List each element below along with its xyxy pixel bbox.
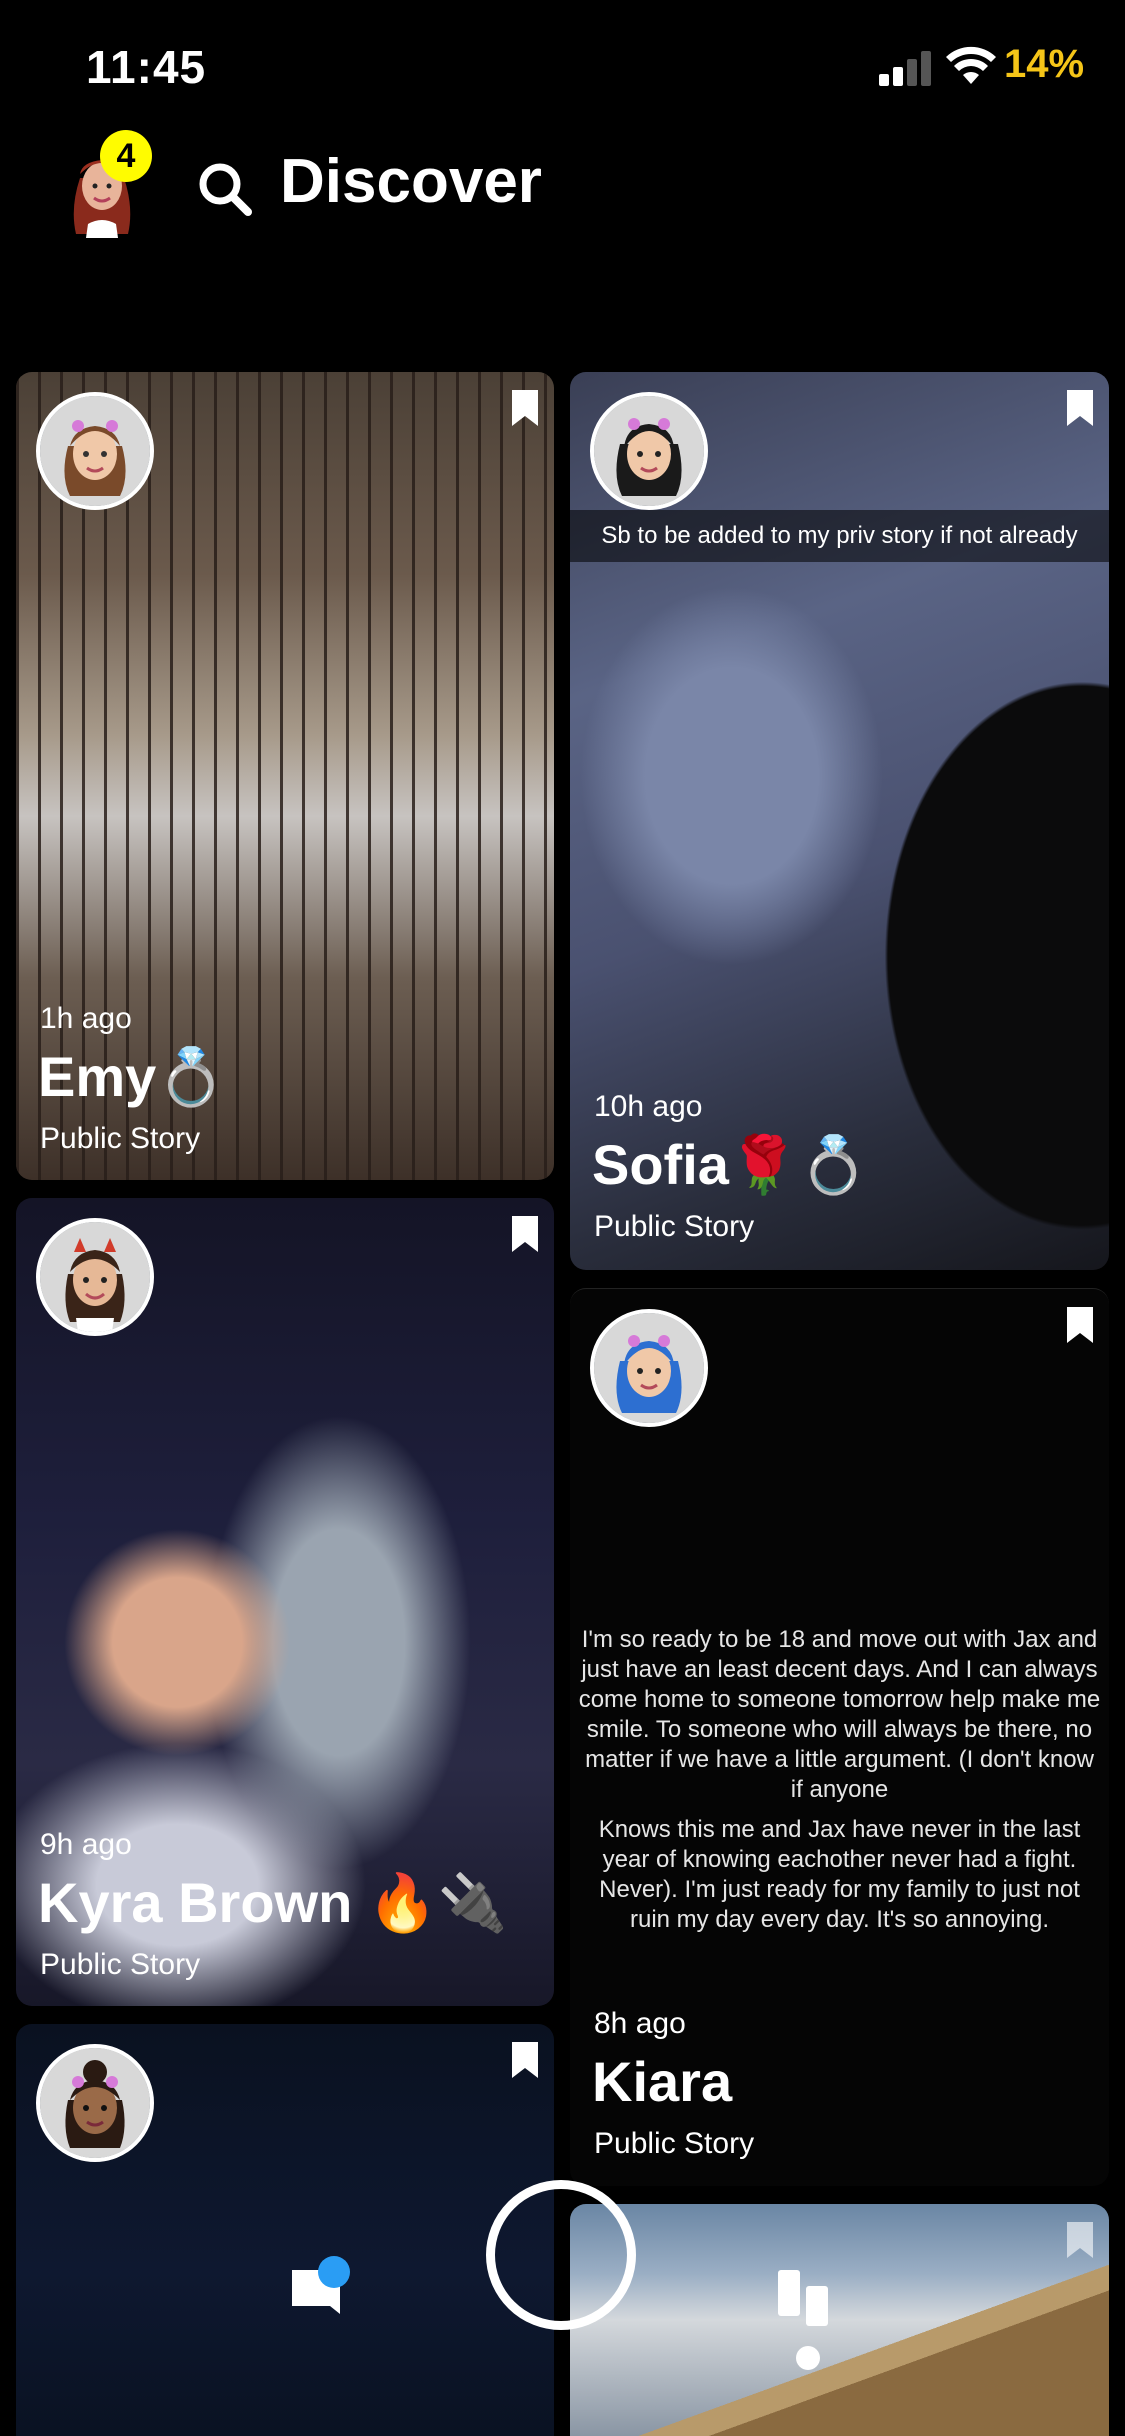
page-title: Discover bbox=[280, 147, 542, 216]
story-card[interactable]: 9h ago Kyra Brown 🔥🔌 Public Story bbox=[16, 1198, 554, 2006]
avatar bbox=[590, 1309, 708, 1427]
battery-percentage: 14% bbox=[1004, 42, 1085, 86]
active-tab-indicator bbox=[796, 2346, 820, 2370]
status-time: 11:45 bbox=[86, 41, 207, 93]
story-card[interactable]: I'm so ready to be 18 and move out with … bbox=[570, 1288, 1109, 2186]
signal-icon bbox=[879, 50, 933, 86]
story-name: Sofia🌹💍 bbox=[592, 1133, 869, 1196]
status-bar: 11:45 14% bbox=[0, 0, 1125, 140]
story-time: 10h ago bbox=[594, 1090, 703, 1123]
bitmoji-icon bbox=[40, 1222, 150, 1332]
story-name: Kiara bbox=[592, 2050, 733, 2113]
avatar bbox=[36, 1218, 154, 1336]
bookmark-icon[interactable] bbox=[512, 2042, 538, 2078]
bookmark-icon[interactable] bbox=[1067, 390, 1093, 426]
story-caption: Sb to be added to my priv story if not a… bbox=[570, 510, 1109, 562]
story-card[interactable]: 1h ago Emy💍 Public Story bbox=[16, 372, 554, 1180]
unread-chat-dot bbox=[318, 2256, 350, 2288]
bitmoji-icon bbox=[40, 396, 150, 506]
bookmark-icon[interactable] bbox=[1067, 1307, 1093, 1343]
search-icon[interactable] bbox=[196, 160, 254, 218]
bitmoji-icon bbox=[594, 1313, 704, 1423]
story-name: Emy💍 bbox=[38, 1045, 227, 1108]
avatar bbox=[590, 392, 708, 510]
bitmoji-icon bbox=[594, 396, 704, 506]
camera-capture-button[interactable] bbox=[486, 2180, 636, 2330]
bookmark-icon[interactable] bbox=[512, 1216, 538, 1252]
story-type: Public Story bbox=[40, 1948, 201, 1981]
story-card[interactable]: Sb to be added to my priv story if not a… bbox=[570, 372, 1109, 1270]
story-type: Public Story bbox=[40, 1122, 201, 1155]
story-text: Knows this me and Jax have never in the … bbox=[598, 1816, 1081, 1933]
story-name: Kyra Brown 🔥🔌 bbox=[38, 1871, 508, 1934]
story-time: 9h ago bbox=[40, 1828, 132, 1861]
discover-icon[interactable] bbox=[776, 2270, 836, 2330]
notification-badge: 4 bbox=[100, 130, 152, 182]
story-text: I'm so ready to be 18 and move out with … bbox=[578, 1626, 1101, 1803]
story-time: 1h ago bbox=[40, 1002, 132, 1035]
story-time: 8h ago bbox=[594, 2007, 686, 2040]
avatar bbox=[36, 392, 154, 510]
wifi-icon bbox=[946, 46, 996, 84]
bookmark-icon[interactable] bbox=[512, 390, 538, 426]
story-type: Public Story bbox=[594, 1210, 755, 1243]
